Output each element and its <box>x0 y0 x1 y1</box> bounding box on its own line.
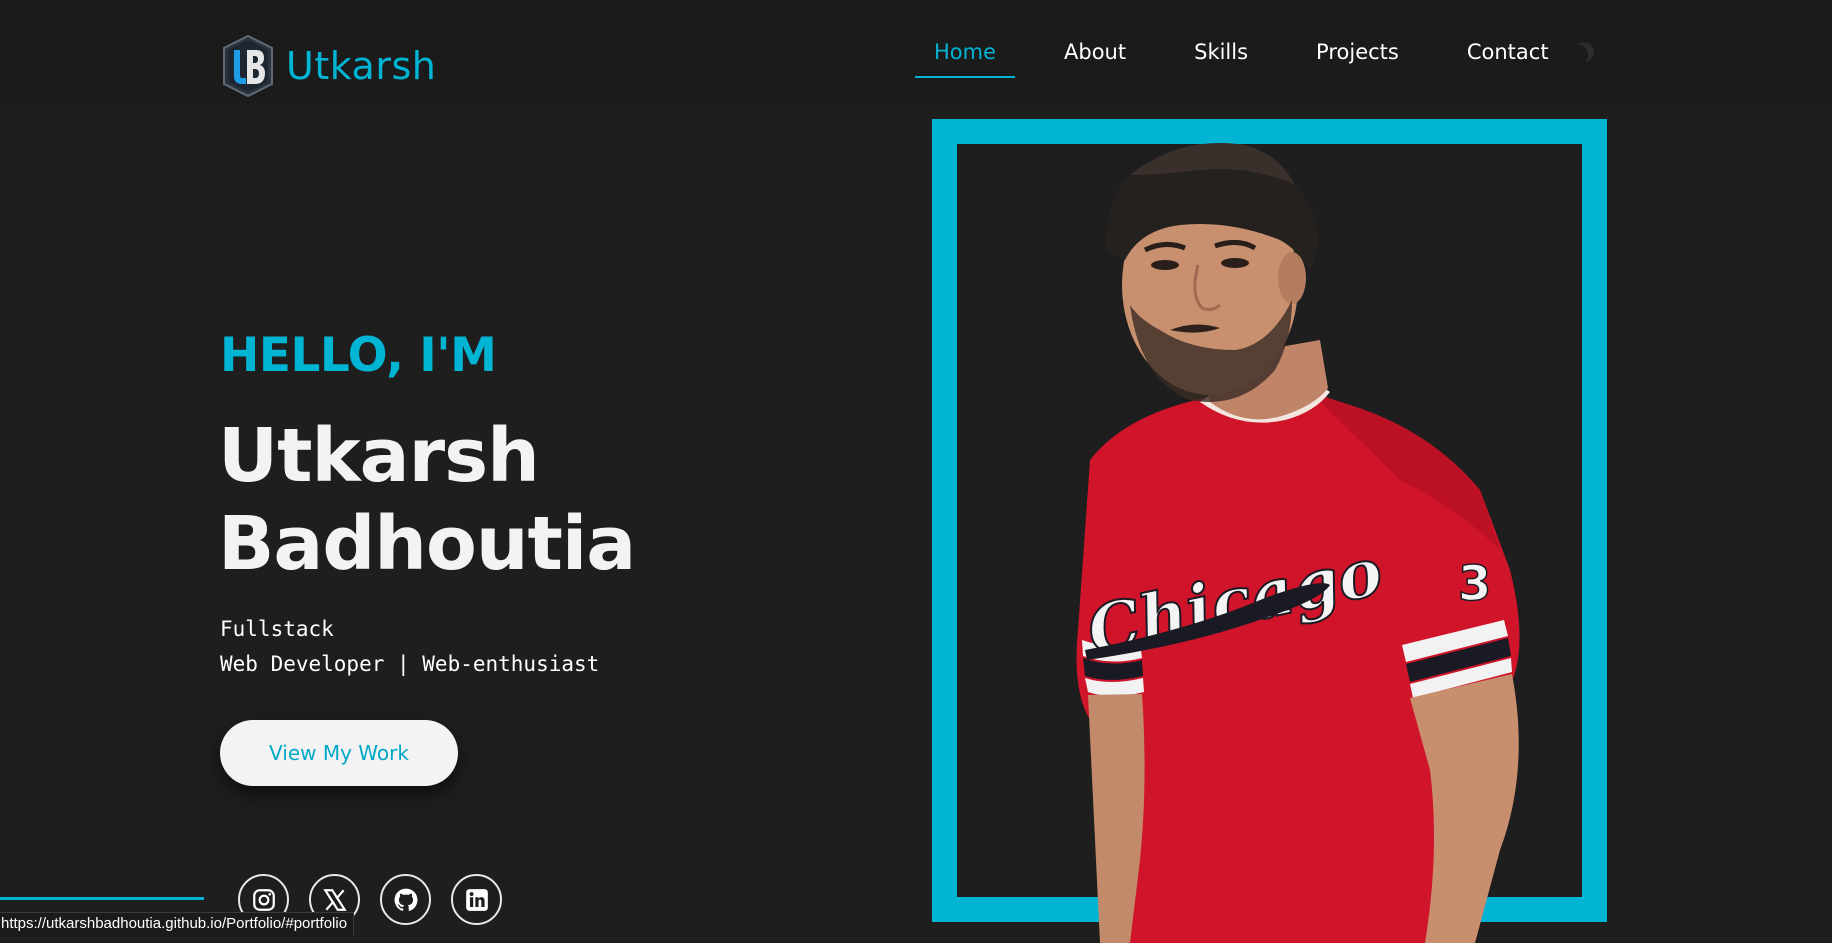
site-header: Utkarsh Home About Skills Projects Conta… <box>0 0 1832 104</box>
hero-name-first: Utkarsh <box>218 413 540 499</box>
nav-item-home[interactable]: Home <box>915 30 1016 78</box>
main-nav: Home About Skills Projects Contact <box>915 30 1598 78</box>
ub-logo-icon <box>223 34 273 98</box>
hero-role: Fullstack Web Developer | Web-enthusiast <box>220 612 599 682</box>
logo-text: Utkarsh <box>286 44 437 88</box>
hero-role-line2: Web Developer | Web-enthusiast <box>220 652 600 676</box>
github-icon <box>394 888 417 911</box>
nav-item-about[interactable]: About <box>1045 30 1145 78</box>
hero-greeting: HELLO, I'M <box>220 328 497 383</box>
nav-item-contact[interactable]: Contact <box>1448 30 1568 78</box>
logo-link[interactable]: Utkarsh <box>220 34 436 98</box>
view-my-work-button[interactable]: View My Work <box>220 720 458 786</box>
svg-text:3: 3 <box>1458 556 1491 612</box>
profile-photo: Chicago 3 <box>1030 130 1550 943</box>
hero-role-line1: Fullstack <box>220 617 334 641</box>
linkedin-icon <box>465 888 488 911</box>
nav-item-skills[interactable]: Skills <box>1175 30 1267 78</box>
instagram-icon <box>252 888 275 911</box>
github-link[interactable] <box>380 874 431 925</box>
moon-icon[interactable] <box>1574 42 1594 62</box>
nav-item-projects[interactable]: Projects <box>1297 30 1418 78</box>
x-icon <box>322 888 347 911</box>
social-divider-line <box>0 897 204 900</box>
linkedin-link[interactable] <box>451 874 502 925</box>
hero-name-last: Badhoutia <box>218 501 636 587</box>
browser-status-url: https://utkarshbadhoutia.github.io/Portf… <box>0 912 355 936</box>
hero-name: Utkarsh Badhoutia <box>218 412 636 588</box>
